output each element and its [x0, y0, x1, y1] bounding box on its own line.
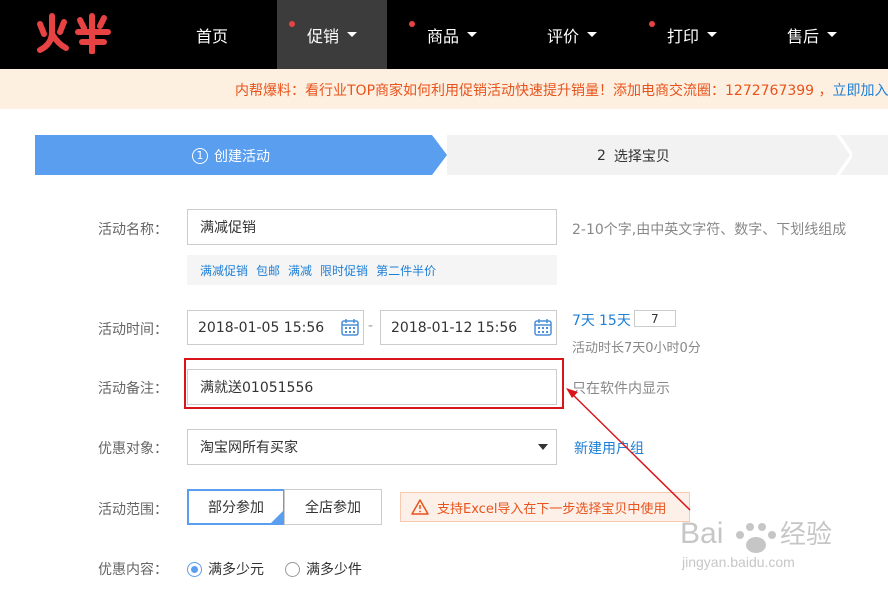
caret-down-icon: [587, 32, 597, 37]
activity-name-input[interactable]: 满减促销: [187, 209, 557, 245]
watermark-bai: Bai: [680, 517, 723, 550]
new-dot-icon: [649, 21, 655, 27]
activity-name-label: 活动名称：: [98, 222, 168, 238]
input-value: 7: [651, 311, 659, 326]
join-now-link[interactable]: 立即加入 (: [833, 83, 888, 99]
announcement-text: 内帮爆料：看行业TOP商家如何利用促销活动快速提升销量！添加电商交流圈：1272…: [235, 83, 833, 99]
step-label: 创建活动: [214, 149, 270, 165]
nav-item-print[interactable]: 打印: [637, 0, 747, 69]
radio-label: 满多少件: [306, 562, 362, 578]
annotation-arrow: [566, 388, 691, 511]
radio-label: 满多少元: [208, 562, 264, 578]
calendar-icon[interactable]: [534, 318, 552, 336]
announcement-bar: 内帮爆料：看行业TOP商家如何利用促销活动快速提升销量！添加电商交流圈：1272…: [0, 69, 888, 109]
warning-icon: [411, 499, 429, 515]
step-number: 1: [192, 148, 208, 164]
duration-text: 活动时长7天0小时0分: [572, 341, 701, 356]
top-navbar: 首页 促销 商品 评价 打印 售后: [0, 0, 888, 69]
brand-logo[interactable]: [34, 12, 114, 54]
discount-target-select[interactable]: 淘宝网所有买家: [187, 429, 557, 465]
highlight-box: [184, 358, 564, 409]
new-dot-icon: [289, 21, 295, 27]
nav-label: 商品: [426, 26, 459, 46]
step-number: 2: [597, 148, 606, 164]
tag-item[interactable]: 第二件半价: [376, 262, 436, 279]
all-store-participation-button[interactable]: 全店参加: [284, 489, 382, 525]
dropdown-arrow-icon: [538, 444, 548, 450]
activity-remark-label: 活动备注：: [98, 381, 168, 397]
partial-participation-button[interactable]: 部分参加: [187, 489, 285, 525]
radio-quantity[interactable]: 满多少件: [285, 559, 362, 579]
activity-scope-label: 活动范围：: [98, 502, 168, 518]
nav-label: 售后: [786, 26, 819, 46]
nav-label: 评价: [546, 26, 579, 46]
activity-time-label: 活动时间：: [98, 322, 168, 338]
nav-label: 打印: [666, 26, 699, 46]
discount-content-label: 优惠内容：: [98, 562, 168, 578]
caret-down-icon: [347, 32, 357, 37]
input-value: 2018-01-05 15:56: [198, 319, 325, 336]
activity-name-hint: 2-10个字,由中英文字符、数字、下划线组成: [572, 222, 847, 238]
end-time-input[interactable]: 2018-01-12 15:56: [380, 310, 557, 345]
caret-down-icon: [467, 32, 477, 37]
input-value: 满减促销: [200, 220, 256, 236]
input-value: 2018-01-12 15:56: [391, 319, 518, 336]
nav-item-aftersales[interactable]: 售后: [757, 0, 867, 69]
nav-item-home[interactable]: 首页: [157, 0, 267, 69]
step-next-placeholder: [852, 135, 888, 175]
nav-label: 首页: [195, 26, 228, 46]
selected-check-icon: [271, 511, 283, 523]
tag-item[interactable]: 满减: [288, 262, 312, 279]
watermark-url: jingyan.baidu.com: [681, 554, 795, 570]
discount-target-label: 优惠对象：: [98, 441, 168, 457]
nav-label: 促销: [306, 26, 339, 46]
tag-item[interactable]: 包邮: [256, 262, 280, 279]
caret-down-icon: [827, 32, 837, 37]
select-value: 淘宝网所有买家: [200, 440, 298, 456]
watermark-jingyan: 经验: [780, 519, 832, 549]
quick-tags: 满减促销 包邮 满减 限时促销 第二件半价: [187, 255, 557, 285]
days-input[interactable]: 7: [634, 310, 676, 327]
baidu-watermark: Bai 经验 jingyan.baidu.com: [680, 505, 850, 575]
nav-item-reviews[interactable]: 评价: [517, 0, 627, 69]
quick-15-days-link[interactable]: 15天: [599, 310, 631, 330]
time-separator: -: [368, 318, 374, 334]
step-select-items: 2 选择宝贝: [447, 135, 852, 175]
step-create-activity: 1 创建活动: [35, 135, 447, 175]
button-label: 部分参加: [208, 500, 264, 516]
new-dot-icon: [409, 21, 415, 27]
nav-item-products[interactable]: 商品: [397, 0, 507, 69]
step-label: 选择宝贝: [613, 149, 670, 165]
calendar-icon[interactable]: [341, 318, 359, 336]
tag-item[interactable]: 满减促销: [200, 262, 248, 279]
radio-checked-icon: [187, 561, 202, 577]
quick-7-days-link[interactable]: 7天: [572, 310, 595, 330]
nav-item-promotion[interactable]: 促销: [277, 0, 387, 69]
tag-item[interactable]: 限时促销: [320, 262, 368, 279]
button-label: 全店参加: [305, 500, 361, 516]
radio-unchecked-icon: [285, 561, 300, 577]
start-time-input[interactable]: 2018-01-05 15:56: [187, 310, 364, 345]
radio-amount[interactable]: 满多少元: [187, 559, 264, 579]
caret-down-icon: [707, 32, 717, 37]
